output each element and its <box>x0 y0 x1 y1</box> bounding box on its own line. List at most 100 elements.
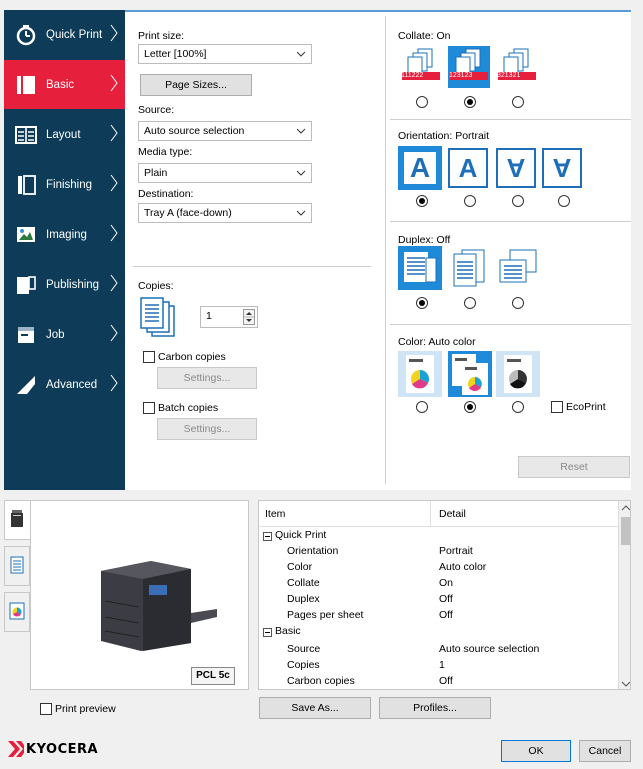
reset-button[interactable]: Reset <box>518 456 630 478</box>
chevron-right-icon <box>110 174 118 192</box>
table-row[interactable]: Collate On <box>259 577 630 593</box>
sidebar-item-basic[interactable]: Basic <box>4 60 125 109</box>
batch-copies-label: Batch copies <box>158 402 219 414</box>
orientation-rotated-landscape-option[interactable]: A <box>542 148 582 188</box>
sidebar-item-quick-print[interactable]: Quick Print <box>4 10 125 59</box>
sidebar-item-label: Job <box>46 328 65 341</box>
table-row[interactable]: Pages per sheet Off <box>259 609 630 625</box>
chevron-right-icon <box>110 274 118 292</box>
color-auto-option[interactable] <box>448 351 492 397</box>
collate-option-1[interactable] <box>400 46 442 88</box>
divider <box>390 221 631 222</box>
orientation-radio-1[interactable] <box>416 195 428 207</box>
orientation-radio-2[interactable] <box>464 195 476 207</box>
scroll-up-icon <box>621 505 630 511</box>
color-radio-3[interactable] <box>512 401 524 413</box>
sidebar-item-imaging[interactable]: Imaging <box>4 210 125 259</box>
job-icon <box>14 324 38 346</box>
settings-summary-table[interactable]: Item Detail Quick Print Orientation Portr… <box>258 500 631 690</box>
ok-button[interactable]: OK <box>501 740 571 762</box>
page-sizes-button[interactable]: Page Sizes... <box>140 74 252 96</box>
source-select[interactable]: Auto source selection <box>138 121 312 141</box>
print-size-select[interactable]: Letter [100%] <box>138 44 312 64</box>
copies-label: Copies: <box>138 280 174 292</box>
divider <box>390 324 631 325</box>
batch-copies-checkbox[interactable] <box>143 402 155 414</box>
orientation-rotated-portrait-option[interactable]: A <box>496 148 536 188</box>
chevron-right-icon <box>110 124 118 142</box>
duplex-radio-1[interactable] <box>416 297 428 309</box>
table-row[interactable]: Source Auto source selection <box>259 643 630 659</box>
collate-option-2[interactable] <box>448 46 490 88</box>
orientation-portrait-option[interactable]: A <box>398 146 442 190</box>
table-row[interactable]: Copies 1 <box>259 659 630 675</box>
carbon-settings-button[interactable]: Settings... <box>157 367 257 389</box>
sidebar-item-layout[interactable]: Layout <box>4 110 125 159</box>
spin-buttons[interactable] <box>243 309 255 325</box>
table-row[interactable]: Color Auto color <box>259 561 630 577</box>
copies-stepper[interactable]: 1 <box>200 306 258 328</box>
chevron-right-icon <box>110 74 118 92</box>
profiles-button[interactable]: Profiles... <box>379 697 491 719</box>
print-preview-checkbox[interactable] <box>40 703 52 715</box>
sidebar-item-advanced[interactable]: Advanced <box>4 360 125 409</box>
sidebar-item-publishing[interactable]: Publishing <box>4 260 125 309</box>
duplex-off-option[interactable] <box>398 246 442 290</box>
collate-option-3[interactable] <box>496 46 538 88</box>
destination-select[interactable]: Tray A (face-down) <box>138 203 312 223</box>
top-accent-line <box>125 10 631 12</box>
batch-settings-button[interactable]: Settings... <box>157 418 257 440</box>
cancel-button[interactable]: Cancel <box>579 740 631 762</box>
collate-radio-2[interactable] <box>464 96 476 108</box>
tab-profile-view[interactable] <box>4 500 30 540</box>
tab-color-view[interactable] <box>4 592 30 632</box>
collapse-icon[interactable] <box>263 532 272 541</box>
table-row[interactable]: Duplex Off <box>259 593 630 609</box>
sidebar-item-label: Finishing <box>46 178 93 191</box>
collate-option-2-text: 123123 <box>449 72 473 79</box>
color-label: Color: Auto color <box>398 336 476 348</box>
save-as-button[interactable]: Save As... <box>259 697 371 719</box>
orientation-radio-4[interactable] <box>558 195 570 207</box>
collapse-icon[interactable] <box>263 628 272 637</box>
table-group-row[interactable]: Basic <box>259 625 630 641</box>
stopwatch-icon <box>14 24 38 46</box>
kyocera-wordmark: KYOCERA <box>26 742 99 757</box>
orientation-radio-3[interactable] <box>512 195 524 207</box>
sidebar-item-job[interactable]: Job <box>4 310 125 359</box>
media-type-select[interactable]: Plain <box>138 163 312 183</box>
column-header-item[interactable]: Item <box>259 501 431 527</box>
duplex-radio-2[interactable] <box>464 297 476 309</box>
color-mono-option[interactable] <box>496 351 540 397</box>
color-full-option[interactable] <box>398 351 442 397</box>
table-row[interactable]: Carbon copies Off <box>259 675 630 689</box>
basic-icon <box>14 74 38 96</box>
orientation-landscape-option[interactable]: A <box>448 148 488 188</box>
chevron-down-icon <box>297 210 305 216</box>
print-size-label: Print size: <box>138 30 185 42</box>
tab-document-view[interactable] <box>4 546 30 586</box>
table-group-row[interactable]: Quick Print <box>259 529 630 545</box>
sidebar-item-finishing[interactable]: Finishing <box>4 160 125 209</box>
publishing-icon <box>14 274 38 296</box>
ecoprint-label: EcoPrint <box>566 401 606 413</box>
column-header-detail[interactable]: Detail <box>431 501 618 527</box>
copies-value: 1 <box>206 310 212 322</box>
collate-radio-3[interactable] <box>512 96 524 108</box>
collate-option-3-text: 321321 <box>497 72 521 79</box>
table-row[interactable]: Orientation Portrait <box>259 545 630 561</box>
color-radio-2[interactable] <box>464 401 476 413</box>
ecoprint-checkbox[interactable] <box>551 401 563 413</box>
media-type-label: Media type: <box>138 146 193 158</box>
media-type-value: Plain <box>144 167 168 179</box>
source-value: Auto source selection <box>144 125 245 137</box>
sidebar-item-label: Quick Print <box>46 28 103 41</box>
duplex-short-edge-option[interactable] <box>496 246 540 290</box>
color-radio-1[interactable] <box>416 401 428 413</box>
collate-radio-1[interactable] <box>416 96 428 108</box>
duplex-radio-3[interactable] <box>512 297 524 309</box>
carbon-copies-checkbox[interactable] <box>143 351 155 363</box>
sidebar-item-label: Basic <box>46 78 75 91</box>
layout-icon <box>14 124 38 146</box>
duplex-long-edge-option[interactable] <box>448 246 492 290</box>
